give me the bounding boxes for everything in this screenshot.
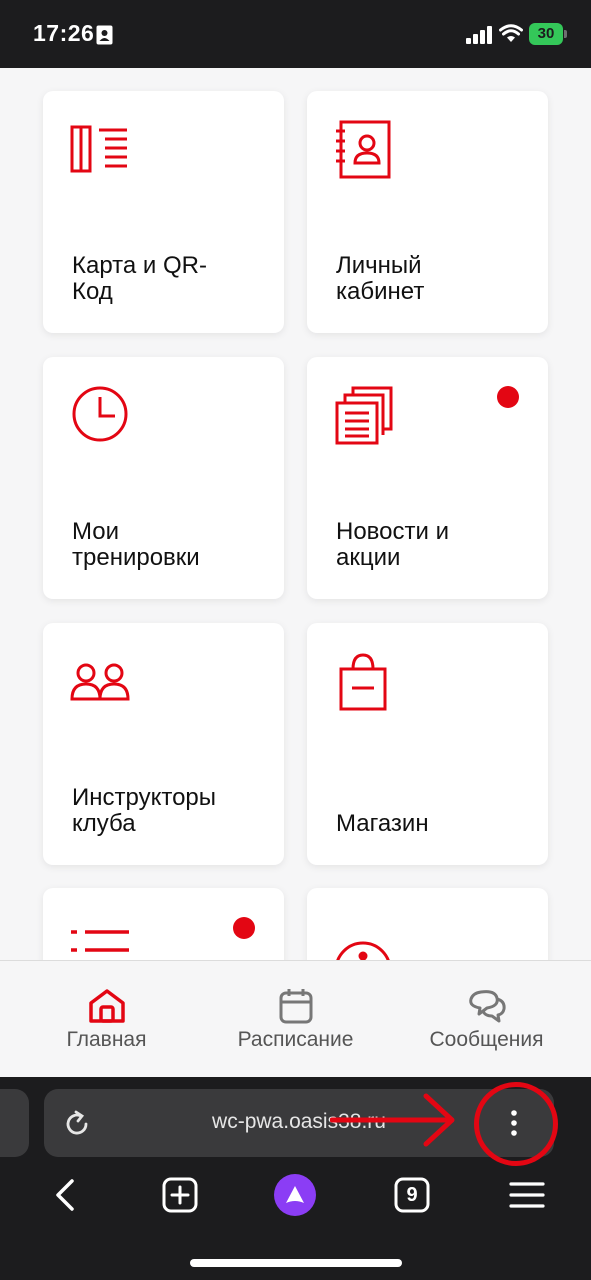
tile-label: Инструкторы клуба [72, 784, 217, 837]
nav-label: Главная [66, 1028, 147, 1051]
card-list-icon [70, 125, 127, 173]
status-time: 17:26 [33, 20, 95, 46]
tile-card-qr[interactable]: Карта и QR- Код [43, 91, 284, 333]
nav-home[interactable]: Главная [8, 961, 205, 1078]
more-options-icon[interactable] [494, 1089, 554, 1157]
list-icon [71, 930, 129, 952]
nav-messages[interactable]: Сообщения [388, 961, 585, 1078]
tile-label: Магазин [336, 810, 429, 837]
id-card-icon [96, 25, 113, 45]
info-icon [336, 941, 390, 960]
battery-tip [564, 30, 567, 38]
battery-level: 30 [529, 23, 563, 45]
bottom-navigation: Главная Расписание Сообщения [0, 960, 591, 1077]
nav-label: Расписание [237, 1028, 354, 1051]
tile-label: Личный кабинет [336, 252, 425, 305]
tile-list[interactable] [43, 888, 284, 960]
contact-book-icon [336, 120, 391, 179]
wifi-icon [499, 24, 523, 42]
tile-news-promotions[interactable]: Новости и акции [307, 357, 548, 599]
tile-label: Карта и QR- Код [72, 252, 207, 305]
tab-count: 9 [406, 1184, 418, 1206]
tabs-button[interactable]: 9 [390, 1173, 434, 1217]
clock-icon [72, 386, 128, 442]
calendar-icon [279, 989, 312, 1024]
tile-shop[interactable]: Магазин [307, 623, 548, 865]
documents-icon [335, 386, 393, 445]
people-icon [70, 663, 130, 701]
home-icon [88, 989, 125, 1023]
status-bar: 17:26 30 [0, 0, 591, 68]
reload-icon[interactable] [62, 1109, 92, 1139]
nav-label: Сообщения [429, 1028, 544, 1051]
tile-my-trainings[interactable]: Мои тренировки [43, 357, 284, 599]
tile-label: Мои тренировки [72, 518, 200, 571]
address-bar[interactable]: wc-pwa.oasis38.ru [44, 1089, 554, 1157]
notification-badge [233, 917, 255, 939]
nav-schedule[interactable]: Расписание [197, 961, 394, 1078]
home-indicator [190, 1259, 402, 1267]
app-content: Карта и QR- Код Личный кабинет Мои трени… [0, 68, 591, 960]
url-text[interactable]: wc-pwa.oasis38.ru [114, 1110, 484, 1134]
back-icon[interactable] [42, 1173, 86, 1217]
notification-badge [497, 386, 519, 408]
chat-bubbles-icon [468, 990, 506, 1023]
cellular-signal-icon [466, 26, 492, 44]
tile-label: Новости и акции [336, 518, 449, 571]
hamburger-menu-icon[interactable] [505, 1173, 549, 1217]
new-tab-icon[interactable] [158, 1173, 202, 1217]
alice-assistant-icon[interactable] [273, 1173, 317, 1217]
tile-info[interactable] [307, 888, 548, 960]
shopping-bag-icon [339, 653, 387, 711]
tile-personal-account[interactable]: Личный кабинет [307, 91, 548, 333]
previous-tab-edge[interactable] [0, 1089, 29, 1157]
battery-icon: 30 [529, 23, 567, 45]
tile-club-instructors[interactable]: Инструкторы клуба [43, 623, 284, 865]
